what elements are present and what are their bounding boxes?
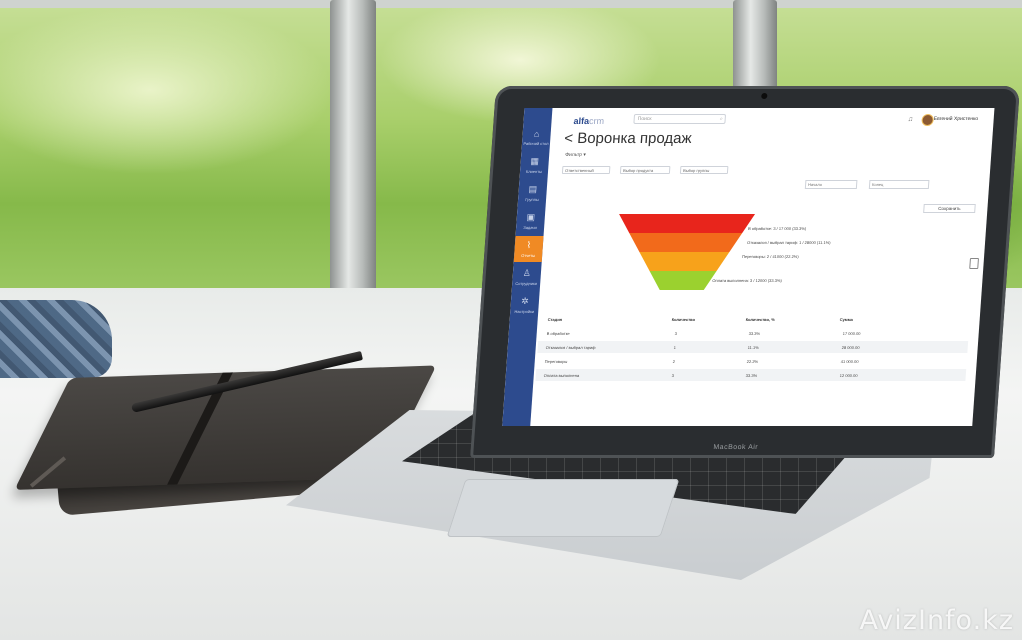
table-row[interactable]: В обработке 3 33.3% 17 000.00 (538, 327, 969, 339)
cell: 33.3% (745, 373, 758, 378)
patterned-cushion (0, 300, 112, 378)
funnel-label-stage-2: Отказался / выбрал тариф: 1 / 28000 (11.… (746, 240, 831, 245)
webcam (761, 93, 768, 99)
funnel-stage-4[interactable] (648, 271, 717, 290)
export-icon[interactable] (969, 258, 979, 269)
cell: 22.2% (746, 359, 759, 364)
filter-toggle[interactable]: Фильтр ▾ (565, 152, 586, 158)
window-frame (0, 0, 1022, 8)
responsible-dropdown[interactable]: Ответственный (561, 166, 611, 174)
gear-icon: ✲ (520, 296, 530, 306)
table-header-row: Стадия Количество Количество, % Сумма (539, 313, 970, 325)
table-row[interactable]: Переговоры 2 22.2% 41 000.00 (536, 355, 967, 367)
laptop-trackpad (446, 479, 680, 537)
watermark: AvizInfo.kz (859, 605, 1014, 636)
cell: В обработке (546, 331, 570, 336)
funnel-label-stage-1: В обработке: 3 / 17 000 (33.3%) (747, 226, 807, 231)
sidebar-item-label: Клиенты (525, 169, 543, 174)
column-header[interactable]: Количество (672, 317, 696, 322)
laptop-screen: ⌂ Рабочий стол ▦ Клиенты ▤ Группы ▣ Задачи ⌇ Отче… (502, 108, 995, 426)
sidebar-item[interactable]: ▦ Клиенты (520, 152, 550, 178)
user-name[interactable]: Евгений Христенко (933, 116, 978, 122)
home-icon: ⌂ (533, 128, 540, 139)
product-dropdown[interactable]: Выбор продукта (619, 166, 671, 174)
cell: 11.1% (747, 345, 759, 350)
funnel-label-stage-3: Переговоры: 2 / 41000 (22.2%) (741, 254, 799, 259)
app-logo[interactable]: alfacrm (573, 116, 604, 126)
sidebar-item-label: Отчеты (521, 253, 536, 258)
cell: 28 000.00 (841, 345, 860, 350)
cell: 2 (672, 359, 676, 364)
cell: 41 000.00 (840, 359, 859, 364)
funnel-label-stage-4: Оплата выполнена: 3 / 12000 (33.3%) (712, 278, 782, 283)
cell: 33.3% (748, 331, 761, 336)
cell: 12 000.00 (839, 373, 858, 378)
user-icon: ♙ (522, 268, 532, 278)
laptop-lid: MacBook Air ⌂ Рабочий стол ▦ Клиенты ▤ Группы… (470, 86, 1021, 458)
save-button[interactable]: Сохранить (923, 204, 976, 213)
sidebar-item[interactable]: ✲ Настройки (510, 292, 540, 318)
sidebar-item-label: Рабочий стол (523, 140, 549, 146)
column-header[interactable]: Сумма (840, 317, 854, 322)
sidebar-item-label: Группы (525, 197, 539, 202)
group-dropdown[interactable]: Выбор группы (679, 166, 729, 174)
cell: Переговоры (544, 359, 568, 364)
bell-icon[interactable]: ♫ (907, 116, 913, 123)
funnel-icon: ⌇ (526, 240, 532, 250)
cell: 17 000.00 (842, 331, 861, 336)
calendar-icon: ▤ (528, 184, 538, 194)
date-from-field[interactable]: Начало (804, 180, 858, 189)
sidebar-item[interactable]: ▤ Группы (518, 180, 548, 206)
sidebar-item[interactable]: ⌇ Отчеты (513, 236, 544, 262)
cell: 3 (674, 331, 678, 336)
table-row[interactable]: Отказался / выбрал тариф 1 11.1% 28 000.… (537, 341, 969, 353)
sidebar-item-label: Сотрудники (515, 281, 538, 286)
column-header[interactable]: Количество, % (746, 317, 775, 322)
laptop-brand-label: MacBook Air (713, 444, 759, 451)
date-to-field[interactable]: Конец (868, 180, 930, 189)
table-row[interactable]: Оплата выполнена 3 33.3% 12 000.00 (535, 369, 967, 381)
cell: 1 (673, 345, 677, 350)
cell: 3 (671, 373, 675, 378)
page-title: < Воронка продаж (563, 130, 693, 147)
column-header[interactable]: Стадия (548, 317, 563, 322)
photo-scene: MacBook Air ⌂ Рабочий стол ▦ Клиенты ▤ Группы… (0, 0, 1022, 640)
window-post-left (330, 0, 376, 300)
cell: Оплата выполнена (543, 373, 580, 378)
funnel-stage-2[interactable] (628, 233, 743, 252)
avatar[interactable] (921, 114, 935, 126)
grid-icon: ▦ (530, 156, 540, 166)
sidebar-item[interactable]: ▣ Задачи (516, 208, 546, 234)
sidebar-item[interactable]: ⌂ Рабочий стол (522, 124, 552, 150)
search-input[interactable]: Поиск ⌕ (633, 114, 727, 124)
funnel-stage-3[interactable] (638, 252, 730, 271)
chart-icon: ▣ (526, 212, 536, 222)
cell: Отказался / выбрал тариф (545, 345, 596, 350)
funnel-stage-1[interactable] (618, 214, 756, 233)
search-icon: ⌕ (719, 116, 723, 122)
sidebar-item-label: Настройки (514, 309, 535, 314)
sidebar-item[interactable]: ♙ Сотрудники (512, 264, 542, 290)
sidebar-item-label: Задачи (523, 225, 538, 230)
